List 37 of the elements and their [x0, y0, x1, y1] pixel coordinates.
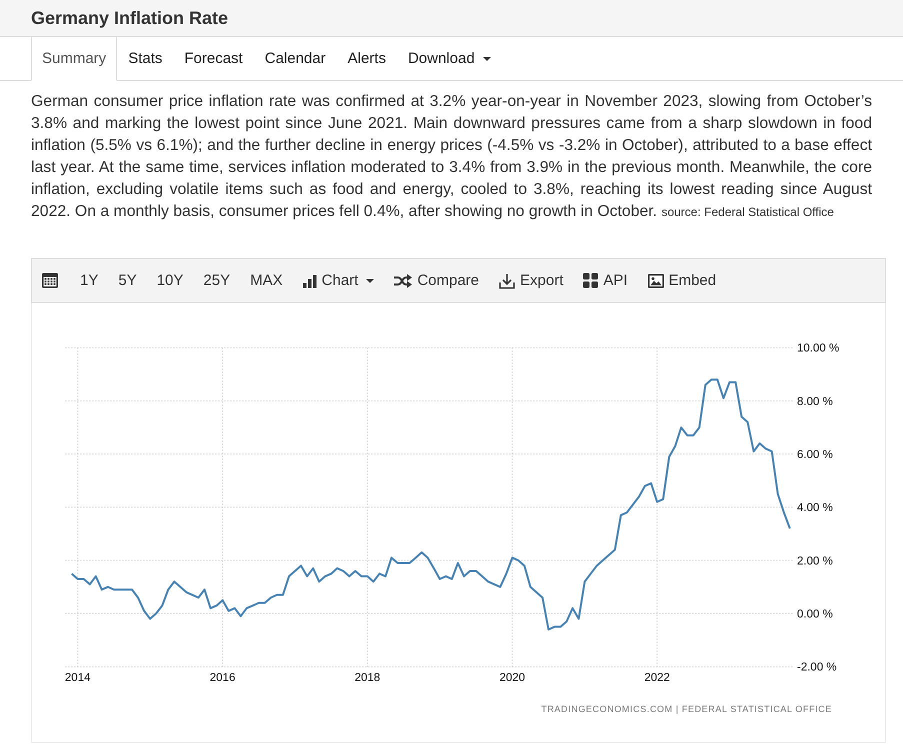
range-button[interactable]: 5Y [108, 266, 147, 296]
nav-tab[interactable]: Summary [31, 37, 118, 81]
bar-chart-icon [302, 274, 317, 288]
range-button[interactable]: MAX [240, 266, 293, 296]
y-axis-label: 8.00 % [797, 396, 833, 408]
shuffle-icon [394, 274, 412, 288]
nav-tab[interactable]: Alerts [336, 37, 397, 81]
y-axis-label: 6.00 % [797, 449, 833, 462]
x-axis-label: 2016 [210, 672, 236, 684]
chart-credit: TRADINGECONOMICS.COM | FEDERAL STATISTICAL OFFICE [541, 703, 832, 715]
calendar-icon[interactable] [42, 273, 58, 288]
nav-tab[interactable]: Download [396, 37, 502, 81]
page-title: Germany Inflation Rate [31, 8, 228, 28]
api-button[interactable]: API [573, 266, 638, 296]
nav-tab[interactable]: Stats [117, 37, 174, 81]
y-axis-label: 0.00 % [797, 608, 833, 621]
download-icon [499, 272, 516, 288]
range-button[interactable]: 1Y [70, 266, 108, 296]
nav-tab[interactable]: Forecast [173, 37, 254, 81]
x-axis-label: 2020 [499, 672, 526, 684]
y-axis-label: 4.00 % [797, 502, 833, 514]
y-axis-label: 2.00 % [797, 555, 833, 568]
y-axis-label: 10.00 % [797, 342, 840, 355]
range-button[interactable]: 10Y [146, 266, 194, 296]
grid-icon [583, 273, 598, 288]
summary-paragraph: German consumer price inflation rate was confirmed at 3.2% year-on-year in November 2023, slowing from October’s 3.8% and marking the lowest point since June 2021. Main downward pressures came from a sharp slowdown in food inflation (5.5% vs 6.1%); and the further decline in energy prices (-4.5% vs -3.2% in October), attributed to a base effect last year. At the same time, services inflation moderated to 3.4% from 3.9% in the previous month. Meanwhile, the core inflation, excluding volatile items such as food and energy, cooled to 3.8%, reaching its lowest reading since August 2022. On a monthly basis, consumer prices fell 0.4%, after showing no growth in October. source: Federal Statistical Office [31, 92, 872, 222]
x-axis-label: 2014 [64, 672, 90, 684]
nav-tab[interactable]: Calendar [254, 37, 337, 81]
embed-button[interactable]: Embed [638, 266, 726, 296]
x-axis-label: 2018 [354, 672, 380, 684]
range-button[interactable]: 25Y [193, 266, 240, 296]
compare-button[interactable]: Compare [384, 266, 490, 296]
export-button[interactable]: Export [489, 266, 574, 296]
image-icon [648, 274, 664, 288]
x-axis-label: 2022 [644, 672, 670, 684]
y-axis-label: -2.00 % [797, 662, 837, 674]
chart-type-button[interactable]: Chart [292, 266, 384, 296]
